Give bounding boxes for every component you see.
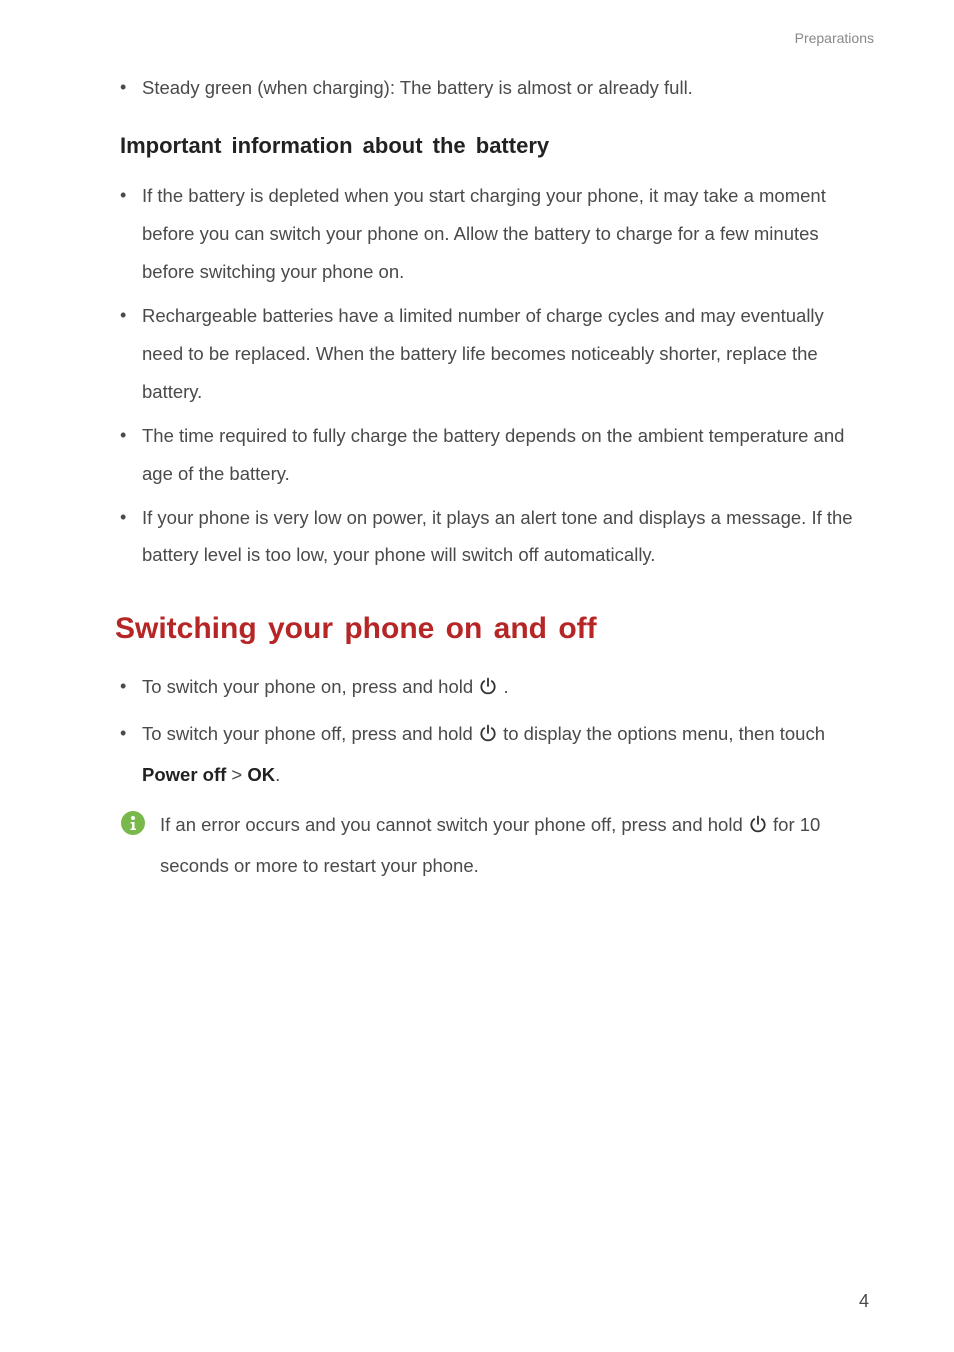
info-icon xyxy=(120,810,146,849)
info-note: If an error occurs and you cannot switch… xyxy=(120,806,869,885)
list-item: If the battery is depleted when you star… xyxy=(120,177,869,291)
list-item: The time required to fully charge the ba… xyxy=(120,417,869,493)
power-icon xyxy=(748,809,768,847)
heading-switching-phone: Switching your phone on and off xyxy=(115,612,869,646)
text-segment: . xyxy=(503,676,508,697)
text-segment: . xyxy=(275,764,280,785)
page-number: 4 xyxy=(859,1291,869,1312)
section-header-label: Preparations xyxy=(795,30,874,46)
list-item-switch-off: To switch your phone off, press and hold… xyxy=(120,715,869,794)
text-segment: To switch your phone off, press and hold xyxy=(142,723,478,744)
bold-power-off: Power off xyxy=(142,764,226,785)
info-text-part1: If an error occurs and you cannot switch… xyxy=(160,814,748,835)
list-item: Rechargeable batteries have a limited nu… xyxy=(120,297,869,411)
bullet-steady-green: Steady green (when charging): The batter… xyxy=(120,70,869,105)
heading-important-info: Important information about the battery xyxy=(120,133,869,159)
bold-ok: OK xyxy=(247,764,275,785)
list-item: If your phone is very low on power, it p… xyxy=(120,499,869,575)
battery-info-list: If the battery is depleted when you star… xyxy=(120,177,869,574)
power-icon xyxy=(478,671,498,709)
switch-phone-list: To switch your phone on, press and hold … xyxy=(120,668,869,794)
page-content: Steady green (when charging): The batter… xyxy=(0,0,954,885)
list-item-switch-on: To switch your phone on, press and hold … xyxy=(120,668,869,709)
power-icon xyxy=(478,718,498,756)
text-segment: to display the options menu, then touch xyxy=(503,723,825,744)
text-segment: > xyxy=(226,764,247,785)
text-segment: To switch your phone on, press and hold xyxy=(142,676,478,697)
